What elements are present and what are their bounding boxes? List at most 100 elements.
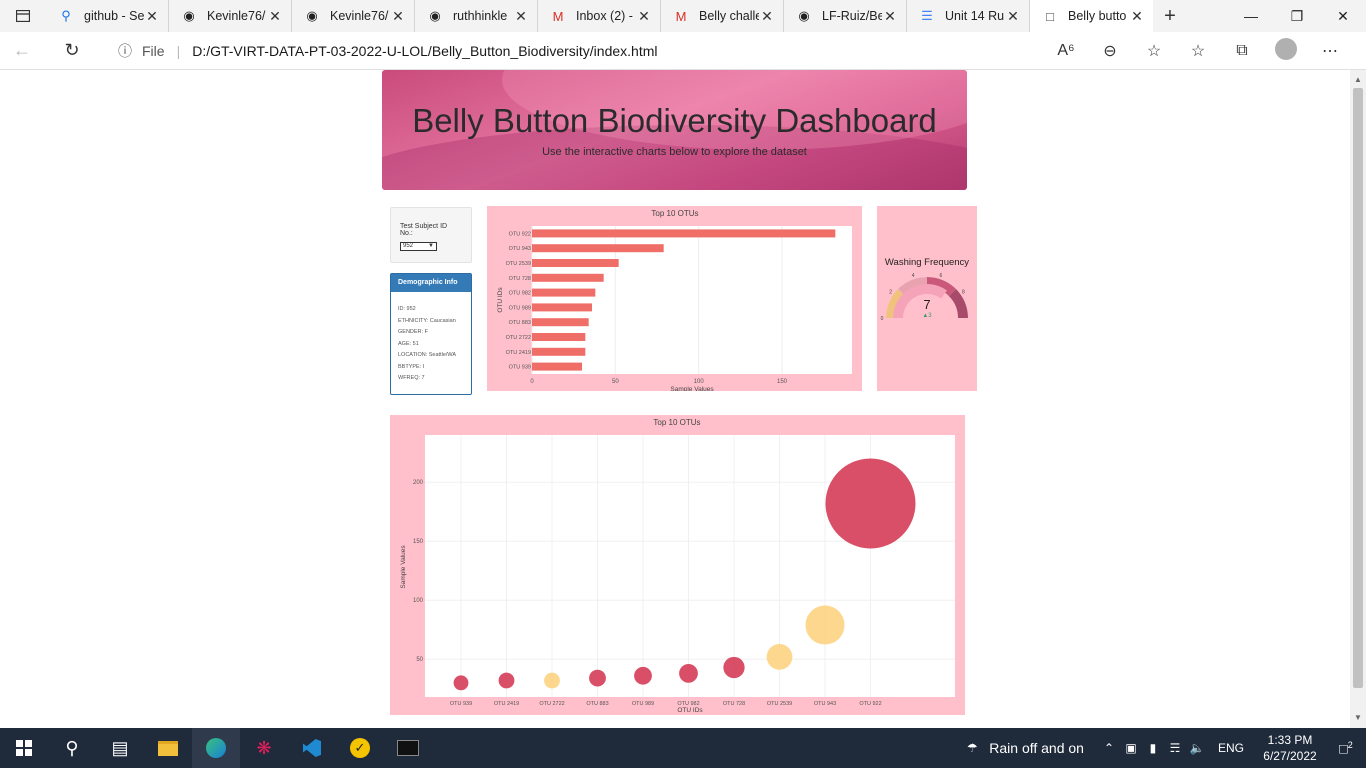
gauge-tick-label: 0 (881, 316, 884, 322)
y-tick-label: OTU 2722 (506, 335, 531, 341)
collections-icon[interactable]: ⧉ (1220, 42, 1264, 60)
y-tick-label: OTU 2419 (506, 350, 531, 356)
demographic-panel: Demographic Info ID: 952 ETHNICITY: Cauc… (390, 273, 472, 395)
bar[interactable] (532, 347, 586, 356)
language-indicator[interactable]: ENG (1218, 741, 1244, 755)
scroll-down-arrow-icon[interactable]: ▼ (1350, 710, 1366, 726)
page-subtitle: Use the interactive charts below to expl… (542, 146, 807, 158)
bar[interactable] (532, 318, 589, 327)
norton-icon[interactable]: ✓ (336, 728, 384, 768)
site-info-icon[interactable]: ⓘ (118, 41, 132, 61)
bubble[interactable] (453, 675, 469, 691)
close-tab-icon[interactable]: ✕ (882, 8, 898, 25)
bubble[interactable] (498, 672, 515, 689)
browser-tab[interactable]: ◉ ruthhinkle ✕ (415, 0, 538, 32)
bar-chart[interactable]: 0 50 100 150 OTU 922 OTU 943 OTU 2539 OTU 728 OT… (487, 206, 862, 393)
bubble-chart[interactable]: 50 100 150 200 OTU 939 OTU 2419 OTU 2722 OTU 88… (390, 415, 965, 715)
y-tick-label: OTU 943 (509, 246, 531, 252)
search-icon[interactable]: ⚲ (48, 728, 96, 768)
bar[interactable] (532, 244, 664, 253)
bubble[interactable] (723, 656, 745, 679)
close-tab-icon[interactable]: ✕ (759, 8, 775, 25)
browser-tab[interactable]: ◉ Kevinle76/✕ (169, 0, 292, 32)
profile-avatar[interactable] (1264, 37, 1308, 65)
browser-tab[interactable]: □ Belly butto ✕ (1030, 0, 1153, 32)
close-tab-icon[interactable]: ✕ (390, 8, 406, 25)
weather-text[interactable]: Rain off and on (989, 740, 1084, 756)
volume-icon[interactable]: 🔈 (1186, 741, 1208, 755)
minimize-button[interactable]: — (1228, 0, 1274, 32)
tab-actions-menu[interactable] (0, 0, 46, 32)
browser-tab[interactable]: ⚲ github - Se ✕ (46, 0, 169, 32)
windows-taskbar: ⚲ ▤ ❋ ✓ ☂ Rain off and on ⌃ ▣ ▮ ☴ 🔈 ENG … (0, 728, 1366, 768)
bar[interactable] (532, 259, 619, 267)
zoom-icon[interactable]: ⊖ (1088, 41, 1132, 61)
bubble[interactable] (544, 672, 560, 689)
vertical-scrollbar[interactable]: ▲ ▼ (1350, 70, 1366, 728)
close-tab-icon[interactable]: ✕ (144, 8, 160, 25)
vscode-icon[interactable] (288, 728, 336, 768)
bubble-chart-panel: 50 100 150 200 OTU 939 OTU 2419 OTU 2722 OTU 88… (390, 415, 965, 715)
scroll-up-arrow-icon[interactable]: ▲ (1350, 72, 1366, 88)
wifi-icon[interactable]: ☴ (1164, 741, 1186, 755)
bar[interactable] (532, 362, 582, 371)
battery-icon[interactable]: ▮ (1142, 741, 1164, 755)
tab-actions-icon (16, 10, 30, 22)
notification-center-icon[interactable]: □2 (1326, 740, 1366, 757)
x-tick-label: OTU 922 (859, 701, 881, 707)
close-window-button[interactable]: ✕ (1320, 0, 1366, 32)
bubble[interactable] (825, 458, 916, 549)
edge-browser-icon[interactable] (192, 728, 240, 768)
task-view-icon[interactable]: ▤ (96, 728, 144, 768)
browser-tab[interactable]: M Inbox (2) - ✕ (538, 0, 661, 32)
demographic-row: BBTYPE: I (398, 363, 425, 370)
add-favorite-icon[interactable]: ☆ (1132, 41, 1176, 61)
close-tab-icon[interactable]: ✕ (1129, 8, 1145, 25)
gauge-chart[interactable]: Washing Frequency 0 2 4 6 8 7▲3 (877, 206, 977, 391)
subject-selector-label: Test Subject ID No.: (400, 223, 448, 237)
slack-icon[interactable]: ❋ (240, 728, 288, 768)
y-tick-label: OTU 939 (509, 365, 531, 371)
restore-button[interactable]: ❐ (1274, 0, 1320, 32)
bar[interactable] (532, 288, 596, 297)
file-explorer-icon[interactable] (144, 728, 192, 768)
bubble[interactable] (589, 669, 606, 687)
favorites-icon[interactable]: ☆ (1176, 41, 1220, 61)
chart-title: Top 10 OTUs (651, 209, 698, 218)
weather-icon[interactable]: ☂ (961, 741, 983, 755)
bubble[interactable] (805, 605, 845, 645)
browser-tab[interactable]: ◉ LF-Ruiz/Be ✕ (784, 0, 907, 32)
new-tab-button[interactable]: + (1153, 5, 1187, 28)
demographic-row: LOCATION: Seattle/WA (398, 352, 457, 358)
bar[interactable] (532, 229, 836, 238)
x-tick-label: OTU 943 (814, 701, 836, 707)
browser-tab[interactable]: ◉ Kevinle76/✕ (292, 0, 415, 32)
back-button[interactable]: ← (0, 32, 44, 70)
y-tick-label: OTU 2539 (506, 261, 531, 267)
start-button[interactable] (0, 728, 48, 768)
browser-tab[interactable]: ☰ Unit 14 Ru ✕ (907, 0, 1030, 32)
terminal-icon[interactable] (384, 728, 432, 768)
bar[interactable] (532, 333, 586, 341)
scrollbar-thumb[interactable] (1353, 88, 1363, 688)
close-tab-icon[interactable]: ✕ (267, 8, 283, 25)
subject-id-dropdown[interactable]: 952 ▼ (400, 242, 437, 251)
refresh-button[interactable]: ↻ (50, 32, 94, 70)
clock[interactable]: 1:33 PM 6/27/2022 (1254, 732, 1326, 764)
read-aloud-icon[interactable]: A⁶ (1044, 42, 1088, 60)
bar[interactable] (532, 273, 604, 282)
close-tab-icon[interactable]: ✕ (513, 8, 529, 25)
show-hidden-icons-icon[interactable]: ⌃ (1098, 741, 1120, 755)
bubble[interactable] (634, 666, 652, 685)
device-icon[interactable]: ▣ (1120, 741, 1142, 755)
x-tick-label: 0 (530, 379, 534, 385)
browser-tab[interactable]: M Belly challe ✕ (661, 0, 784, 32)
close-tab-icon[interactable]: ✕ (636, 8, 652, 25)
bubble[interactable] (679, 664, 698, 683)
close-tab-icon[interactable]: ✕ (1005, 8, 1021, 25)
bubble[interactable] (766, 644, 793, 670)
x-tick-label: OTU 939 (450, 701, 472, 707)
bar[interactable] (532, 303, 592, 312)
more-menu-icon[interactable]: ⋯ (1308, 41, 1352, 61)
url-field[interactable]: ⓘ File | D:/GT-VIRT-DATA-PT-03-2022-U-LO… (100, 36, 1180, 66)
